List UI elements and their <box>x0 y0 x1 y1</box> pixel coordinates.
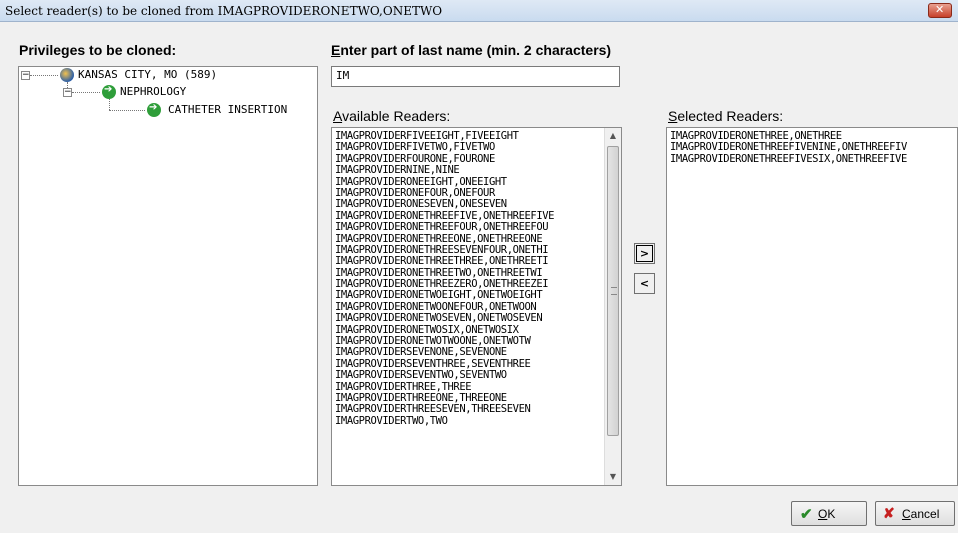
scroll-thumb[interactable] <box>607 146 619 436</box>
available-reader-item[interactable]: IMAGPROVIDERNINE,NINE <box>335 164 603 176</box>
green-arrow-icon <box>102 84 116 99</box>
selected-readers-label: Selected Readers: <box>668 108 784 124</box>
selected-reader-item[interactable]: IMAGPROVIDERONETHREEFIVESIX,ONETHREEFIVE <box>670 153 957 165</box>
available-reader-item[interactable]: IMAGPROVIDERONETWOSEVEN,ONETWOSEVEN <box>335 312 603 324</box>
add-reader-button[interactable]: > <box>634 243 655 264</box>
tree-node-catheter-insertion[interactable]: CATHETER INSERTION <box>168 103 287 117</box>
checkmark-icon: ✔ <box>800 506 813 523</box>
tree-expander-1[interactable]: − <box>63 88 72 97</box>
scroll-down-arrow-icon[interactable]: ▼ <box>605 469 621 485</box>
close-button[interactable] <box>928 3 952 18</box>
tree-expander-0[interactable]: − <box>21 71 30 80</box>
scroll-up-arrow-icon[interactable]: ▲ <box>605 128 621 144</box>
available-reader-item[interactable]: IMAGPROVIDERONETHREEFOUR,ONETHREEFOU <box>335 221 603 233</box>
privileges-label: Privileges to be cloned: <box>19 42 177 58</box>
title-bar: Select reader(s) to be cloned from IMAGP… <box>0 0 958 22</box>
globe-icon <box>60 68 74 82</box>
selected-readers-list[interactable]: IMAGPROVIDERONETHREE,ONETHREE IMAGPROVIDE… <box>666 127 958 486</box>
privileges-tree[interactable]: − KANSAS CITY, MO (589) − NEPHROLOGY CAT… <box>18 66 318 486</box>
tree-node-nephrology[interactable]: NEPHROLOGY <box>120 85 186 99</box>
available-reader-item[interactable]: IMAGPROVIDERTWO,TWO <box>335 415 603 427</box>
x-icon: ✘ <box>883 505 895 521</box>
available-readers-label: Available Readers: <box>333 108 451 124</box>
cancel-button[interactable]: ✘ Cancel <box>875 501 955 526</box>
available-reader-item[interactable]: IMAGPROVIDERONETHREETHREE,ONETHREETI <box>335 255 603 267</box>
last-name-input[interactable]: IM <box>331 66 620 87</box>
search-label: Enter part of last name (min. 2 characte… <box>331 42 612 58</box>
available-readers-list[interactable]: IMAGPROVIDERFIVEEIGHT,FIVEEIGHT IMAGPROVI… <box>331 127 622 486</box>
ok-button[interactable]: ✔ OK <box>791 501 867 526</box>
tree-node-kansas-city[interactable]: KANSAS CITY, MO (589) <box>78 68 217 82</box>
window-title: Select reader(s) to be cloned from IMAGP… <box>5 4 443 18</box>
available-reader-item[interactable]: IMAGPROVIDERSEVENTWO,SEVENTWO <box>335 369 603 381</box>
green-arrow-icon <box>147 102 161 117</box>
remove-reader-button[interactable]: < <box>634 273 655 294</box>
available-readers-scrollbar[interactable]: ▲ ▼ <box>604 128 621 485</box>
